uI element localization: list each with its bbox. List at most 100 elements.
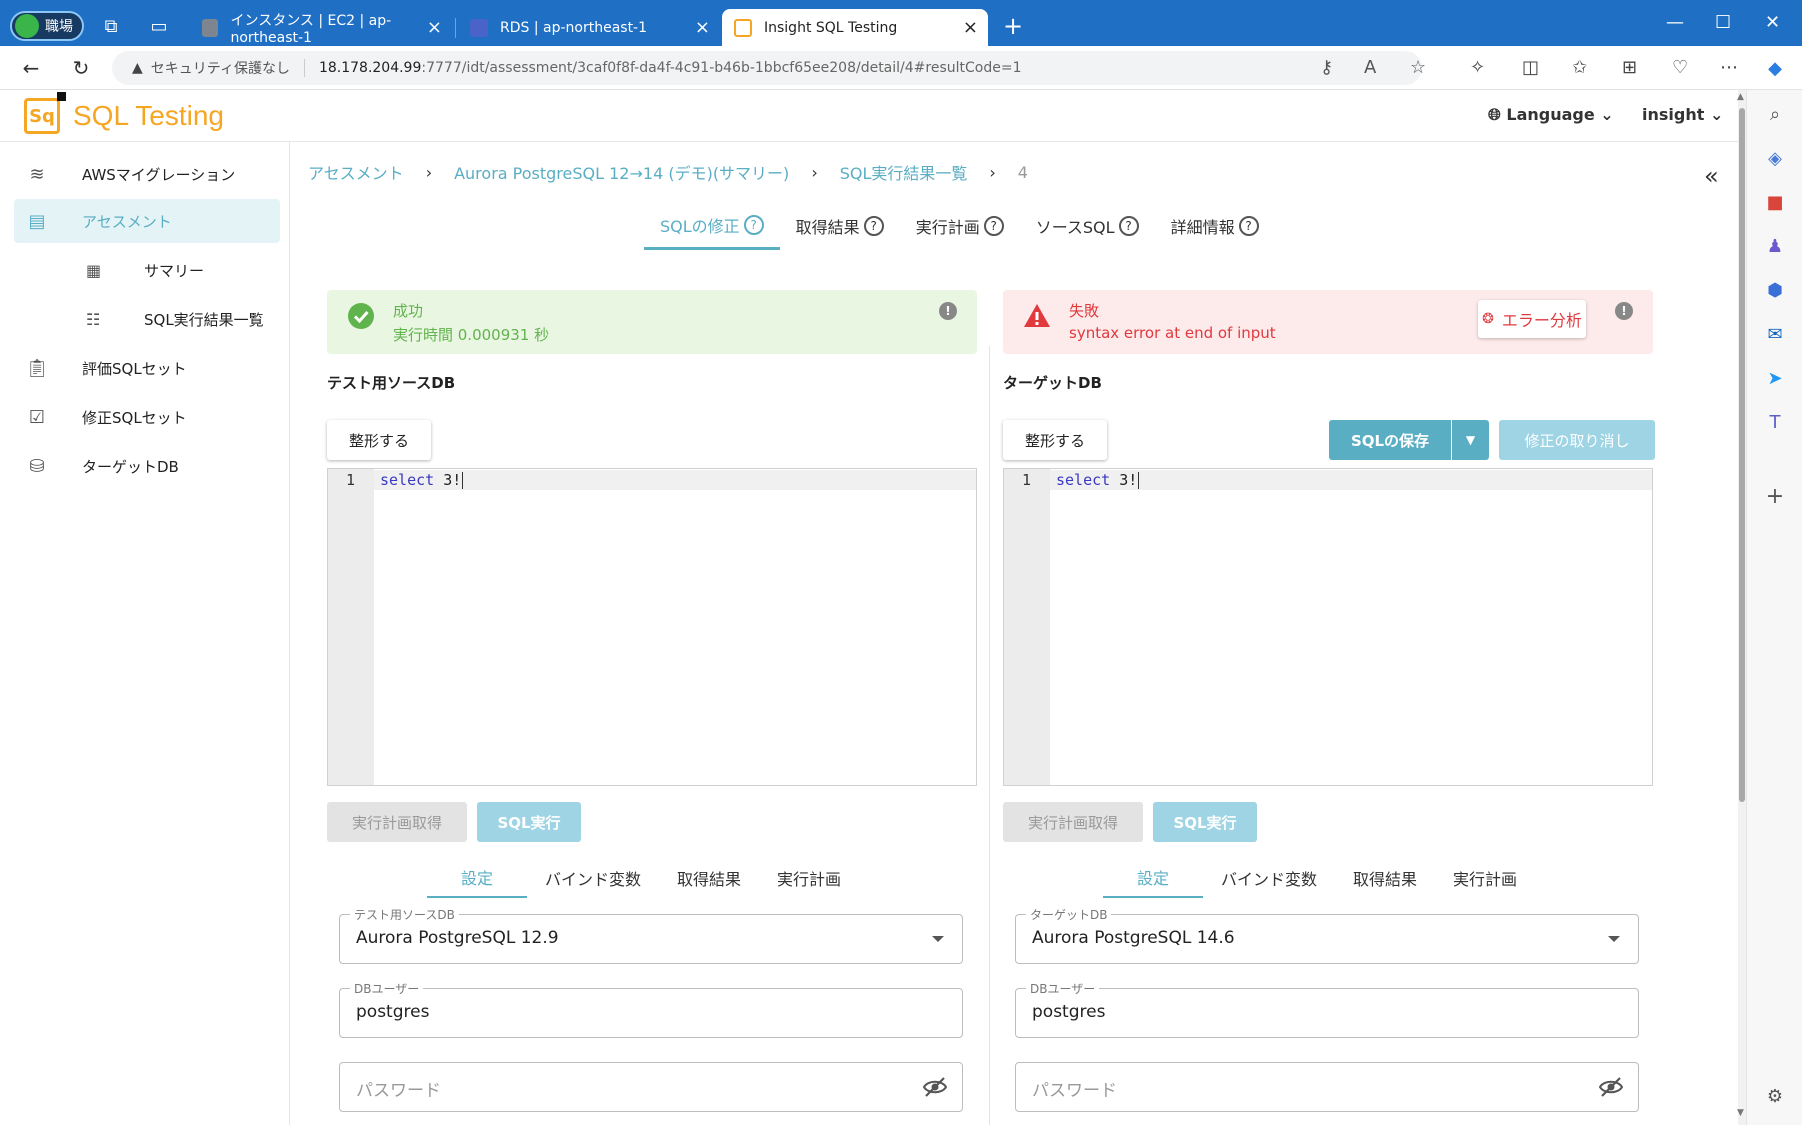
back-arrow-icon[interactable]: ← [18, 55, 44, 81]
sidebar-item-fix-sql-set[interactable]: ☑ 修正SQLセット [14, 395, 280, 439]
health-icon[interactable]: ♡ [1672, 57, 1688, 78]
breadcrumb-sql-results[interactable]: SQL実行結果一覧 [840, 160, 968, 184]
sidebar-item-aws-migration[interactable]: ≋ AWSマイグレーション [14, 152, 280, 196]
close-window-icon[interactable]: ✕ [1765, 12, 1780, 33]
subtab-settings[interactable]: 設定 [1103, 858, 1204, 898]
close-tab-icon[interactable]: × [427, 17, 442, 38]
new-tab-icon[interactable]: + [1003, 12, 1023, 40]
language-label: Language [1506, 105, 1595, 124]
close-tab-icon[interactable]: × [695, 17, 710, 38]
tab-sql-fix[interactable]: SQLの修正? [644, 202, 780, 250]
user-menu[interactable]: insight ⌄ [1642, 105, 1723, 124]
eye-off-icon[interactable] [1598, 1074, 1624, 1100]
teams-icon[interactable]: T [1763, 410, 1787, 434]
key-icon[interactable]: ⚷ [1320, 57, 1333, 78]
collapse-right-panel-icon[interactable]: « [1704, 162, 1719, 190]
subtab-execution-plan[interactable]: 実行計画 [1435, 858, 1535, 898]
settings-gear-icon[interactable]: ⚙ [1763, 1084, 1787, 1108]
tab-source-sql[interactable]: ソースSQL? [1020, 202, 1155, 250]
scrollbar-thumb[interactable] [1739, 108, 1745, 802]
format-button[interactable]: 整形する [1003, 420, 1107, 460]
maximize-icon[interactable]: ☐ [1715, 12, 1731, 33]
tools-icon[interactable]: ■ [1763, 190, 1787, 214]
info-icon[interactable]: ! [1615, 302, 1633, 320]
error-analysis-button[interactable]: ❂ エラー分析 [1478, 300, 1586, 338]
send-icon[interactable]: ➤ [1763, 366, 1787, 390]
eye-off-icon[interactable] [922, 1074, 948, 1100]
scroll-down-icon[interactable]: ▼ [1737, 1108, 1744, 1118]
shopping-tag-icon[interactable]: ◈ [1763, 146, 1787, 170]
outlook-icon[interactable]: ✉ [1763, 322, 1787, 346]
reload-icon[interactable]: ↻ [68, 55, 94, 81]
copilot-icon[interactable]: ◆ [1763, 56, 1787, 80]
save-options-dropdown[interactable]: ▼ [1452, 420, 1489, 460]
tab-label: 取得結果 [795, 218, 860, 237]
help-icon[interactable]: ? [983, 216, 1004, 236]
sidebar-subitem-sql-results[interactable]: ☷ SQL実行結果一覧 [86, 301, 264, 337]
help-icon[interactable]: ? [1118, 216, 1139, 236]
subtab-bind-variables[interactable]: バインド変数 [527, 858, 659, 898]
games-icon[interactable]: ♟ [1763, 234, 1787, 258]
format-button[interactable]: 整形する [327, 420, 431, 460]
code-line[interactable]: select 3! [1056, 471, 1140, 489]
password-placeholder: パスワード [1032, 1081, 1117, 1101]
subtab-execution-plan[interactable]: 実行計画 [759, 858, 859, 898]
split-screen-icon[interactable]: ◫ [1522, 57, 1539, 78]
help-icon[interactable]: ? [1238, 216, 1259, 236]
subtab-settings[interactable]: 設定 [427, 858, 528, 898]
extensions-icon[interactable]: ✧ [1470, 57, 1485, 78]
workspaces-icon[interactable]: ⧉ [100, 15, 122, 37]
breadcrumb-summary[interactable]: Aurora PostgreSQL 12→14 (デモ)(サマリー) [454, 160, 789, 184]
search-icon[interactable]: ⌕ [1763, 102, 1787, 126]
info-icon[interactable]: ! [939, 302, 957, 320]
scroll-up-icon[interactable]: ▲ [1737, 92, 1744, 102]
save-sql-button[interactable]: SQLの保存 [1329, 420, 1451, 460]
language-menu[interactable]: 🌐︎ Language ⌄ [1488, 105, 1614, 125]
tab-execution-plan[interactable]: 実行計画? [900, 202, 1020, 250]
sidebar-item-assessment[interactable]: ▤ アセスメント [14, 199, 280, 243]
db-user-field[interactable]: DBユーザー postgres [339, 980, 963, 1038]
get-plan-button[interactable]: 実行計画取得 [1003, 802, 1143, 842]
password-field[interactable]: パスワード [1015, 1062, 1639, 1112]
run-sql-button[interactable]: SQL実行 [477, 802, 581, 842]
breadcrumb-assessment[interactable]: アセスメント [308, 160, 404, 184]
db-user-field[interactable]: DBユーザー postgres [1015, 980, 1639, 1038]
source-sql-editor[interactable]: 1 select 3! [327, 468, 977, 786]
tab-actions-icon[interactable]: ▭ [148, 15, 170, 37]
subtab-fetch-results[interactable]: 取得結果 [1335, 858, 1435, 898]
sidebar-item-label: SQL実行結果一覧 [144, 310, 264, 329]
tab-insight-sql-testing[interactable]: Insight SQL Testing × [722, 9, 988, 46]
read-aloud-icon[interactable]: A [1364, 57, 1376, 78]
password-field[interactable]: パスワード [339, 1062, 963, 1112]
profile-button[interactable]: 職場 [10, 11, 84, 41]
sidebar-item-eval-sql-set[interactable]: 📋︎ 評価SQLセット [14, 346, 280, 390]
close-tab-icon[interactable]: × [963, 17, 978, 38]
more-menu-icon[interactable]: ⋯ [1720, 57, 1738, 78]
tab-rds[interactable]: RDS | ap-northeast-1 × [458, 9, 720, 46]
run-sql-button[interactable]: SQL実行 [1153, 802, 1257, 842]
target-db-select[interactable]: ターゲットDB Aurora PostgreSQL 14.6 [1015, 906, 1639, 964]
code-line[interactable]: select 3! [380, 471, 464, 489]
tab-details[interactable]: 詳細情報? [1155, 202, 1275, 250]
add-icon[interactable]: + [1763, 484, 1787, 509]
minimize-icon[interactable]: — [1666, 12, 1684, 33]
subtab-bind-variables[interactable]: バインド変数 [1203, 858, 1335, 898]
tab-ec2[interactable]: インスタンス | EC2 | ap-northeast-1 × [190, 9, 452, 46]
favorites-icon[interactable]: ✩ [1572, 57, 1587, 78]
undo-fix-button[interactable]: 修正の取り消し [1499, 420, 1655, 460]
sidebar-item-target-db[interactable]: ⛁ ターゲットDB [14, 444, 280, 488]
subtab-fetch-results[interactable]: 取得結果 [659, 858, 759, 898]
m365-icon[interactable]: ⬢ [1763, 278, 1787, 302]
collections-icon[interactable]: ⊞ [1622, 57, 1637, 78]
favorite-star-icon[interactable]: ☆ [1410, 57, 1426, 78]
source-db-select[interactable]: テスト用ソースDB Aurora PostgreSQL 12.9 [339, 906, 963, 964]
tab-fetch-results[interactable]: 取得結果? [780, 202, 900, 250]
target-sql-editor[interactable]: 1 select 3! [1003, 468, 1653, 786]
url-bar[interactable]: ▲ セキュリティ保護なし 18.178.204.99 :7777/idt/ass… [112, 51, 1422, 85]
sidebar-subitem-summary[interactable]: ▦ サマリー [86, 252, 204, 288]
error-analysis-label: エラー分析 [1501, 311, 1582, 330]
url-separator [303, 59, 305, 77]
help-icon[interactable]: ? [863, 216, 884, 236]
get-plan-button[interactable]: 実行計画取得 [327, 802, 467, 842]
help-icon[interactable]: ? [743, 214, 764, 235]
